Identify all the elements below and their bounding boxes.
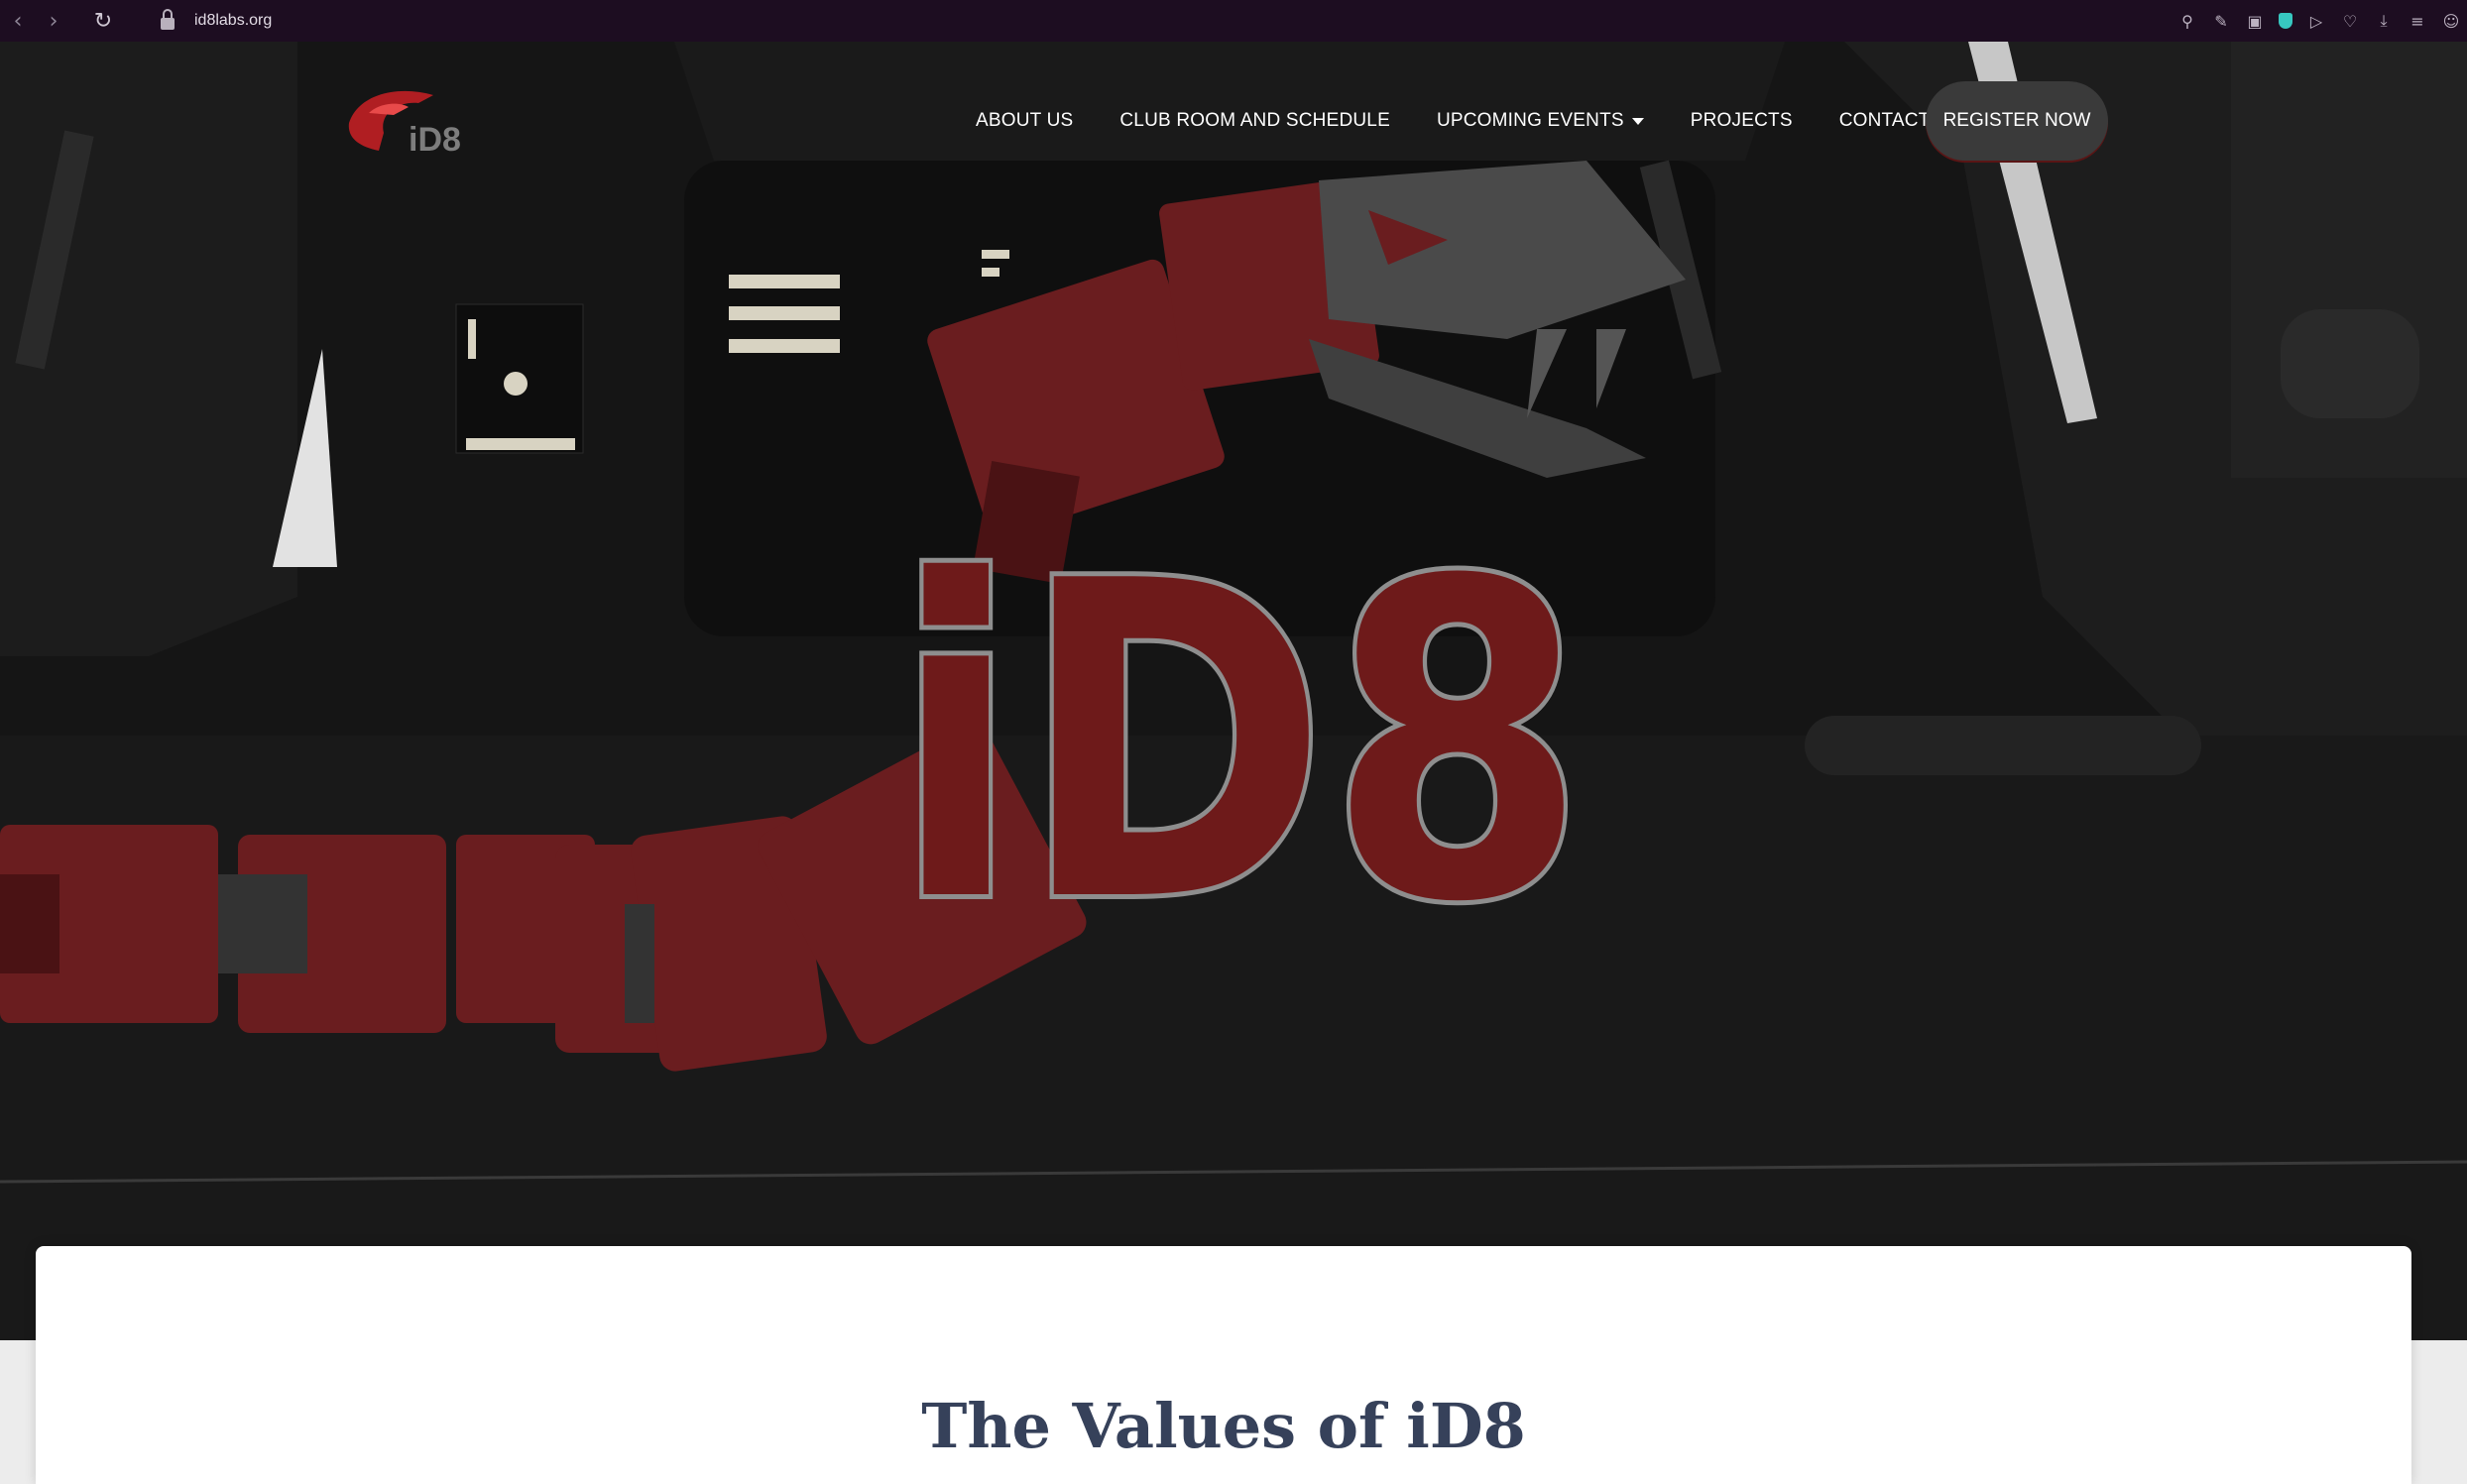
- values-card: The Values of iD8: [36, 1246, 2411, 1484]
- nav-about-us-label: ABOUT US: [976, 110, 1074, 131]
- nav-about-us[interactable]: ABOUT US: [976, 110, 1073, 132]
- hero-title: iD8: [892, 527, 1586, 924]
- caret-down-icon: [1631, 117, 1644, 125]
- profile-icon[interactable]: ☺: [2441, 11, 2461, 31]
- back-icon[interactable]: ‹: [0, 3, 36, 39]
- edit-icon[interactable]: ✎: [2211, 11, 2231, 31]
- nav-projects-label: PROJECTS: [1690, 110, 1793, 131]
- reload-icon[interactable]: ↻: [85, 3, 121, 39]
- shield-icon[interactable]: [2279, 13, 2292, 29]
- lock-icon: [161, 9, 175, 30]
- search-icon[interactable]: ⚲: [2177, 11, 2197, 31]
- heart-icon[interactable]: ♡: [2340, 11, 2360, 31]
- nav-upcoming-events-label: UPCOMING EVENTS: [1436, 110, 1624, 131]
- register-now-button[interactable]: REGISTER NOW: [1926, 81, 2108, 161]
- hero-title-text: iD8: [892, 527, 1586, 924]
- main-nav: ABOUT US CLUB ROOM AND SCHEDULE UPCOMING…: [976, 81, 2008, 161]
- browser-toolbar: ‹ › ↻ id8labs.org ⚲ ✎ ▣ ▷ ♡ ⤓ ≡ ☺: [0, 0, 2467, 42]
- section-heading: The Values of iD8: [921, 1390, 1526, 1462]
- forward-icon[interactable]: ›: [36, 3, 71, 39]
- brand-logo-text: iD8: [409, 121, 461, 159]
- camera-icon[interactable]: ▣: [2245, 11, 2265, 31]
- browser-tools: ⚲ ✎ ▣ ▷ ♡ ⤓ ≡ ☺: [2177, 0, 2461, 42]
- nav-club-room-label: CLUB ROOM AND SCHEDULE: [1119, 110, 1390, 131]
- download-icon[interactable]: ⤓: [2374, 11, 2394, 31]
- hero-section: iD8 ABOUT US CLUB ROOM AND SCHEDULE UPCO…: [0, 42, 2467, 1340]
- brand-logo[interactable]: iD8: [339, 83, 478, 163]
- nav-club-room[interactable]: CLUB ROOM AND SCHEDULE: [1119, 110, 1390, 132]
- nav-projects[interactable]: PROJECTS: [1691, 110, 1793, 132]
- send-icon[interactable]: ▷: [2306, 11, 2326, 31]
- address-bar[interactable]: id8labs.org: [194, 12, 272, 30]
- nav-upcoming-events[interactable]: UPCOMING EVENTS: [1437, 110, 1644, 132]
- menu-icon[interactable]: ≡: [2408, 11, 2427, 31]
